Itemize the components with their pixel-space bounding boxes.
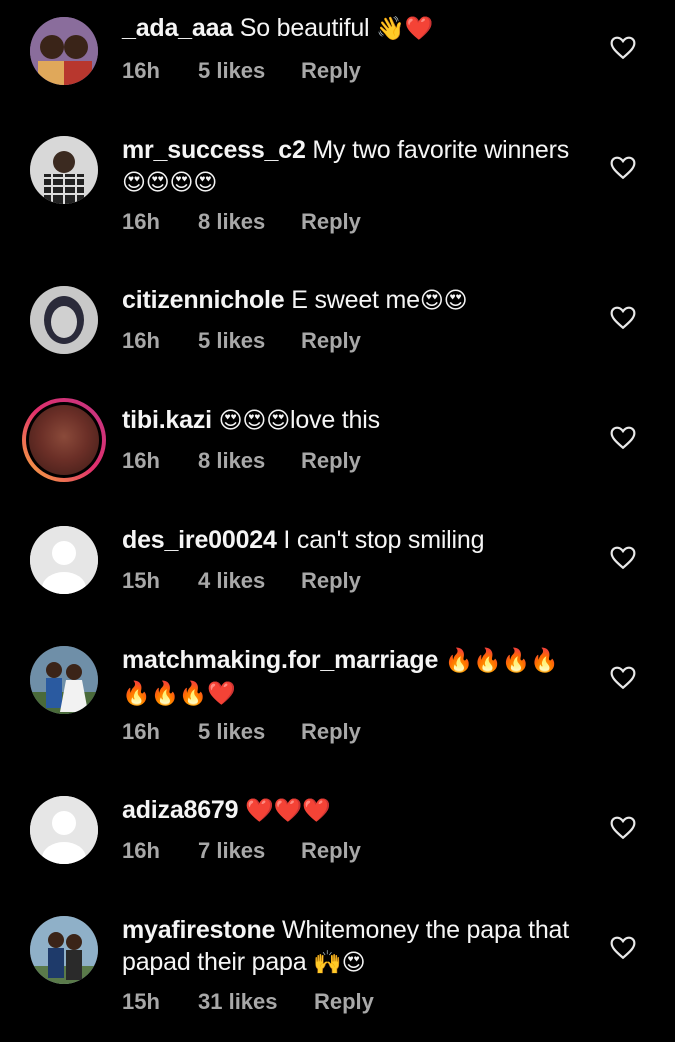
comment-username[interactable]: matchmaking.for_marriage: [122, 646, 438, 674]
reply-button[interactable]: Reply: [301, 448, 361, 474]
comment-emoji: 😍😍: [419, 288, 468, 314]
comment-time: 16h: [122, 58, 160, 83]
heart-outline-icon[interactable]: [610, 666, 636, 690]
comment-time: 16h: [122, 328, 160, 353]
heart-outline-icon[interactable]: [610, 426, 636, 450]
comment-meta: 16h 8 likes Reply: [122, 209, 361, 235]
reply-button[interactable]: Reply: [301, 719, 361, 745]
comment-body: matchmaking.for_marriage 🔥🔥🔥🔥 🔥🔥🔥❤️: [122, 644, 592, 710]
reply-button[interactable]: Reply: [301, 568, 361, 594]
avatar[interactable]: [30, 916, 98, 984]
comment-text: I can't stop smiling: [276, 526, 485, 554]
comment-time: 15h: [122, 568, 160, 593]
comment-username[interactable]: adiza8679: [122, 796, 239, 824]
comment-text: So beautiful: [233, 14, 377, 42]
default-avatar-icon: [30, 796, 98, 864]
comment-meta: 15h 31 likes Reply: [122, 989, 374, 1015]
comment-text: E sweet me: [284, 286, 420, 314]
avatar[interactable]: [30, 796, 98, 864]
avatar-photo-icon: [29, 405, 99, 475]
avatar[interactable]: [30, 17, 98, 85]
heart-outline-icon[interactable]: [610, 546, 636, 570]
comment-body: tibi.kazi 😍😍😍love this: [122, 404, 592, 437]
avatar-photo-icon: [30, 17, 98, 85]
comment-emoji: ❤️❤️❤️: [245, 798, 331, 824]
comment-likes[interactable]: 7 likes: [198, 838, 301, 864]
comment-meta: 16h 5 likes Reply: [122, 719, 361, 745]
comment-meta: 16h 8 likes Reply: [122, 448, 361, 474]
heart-outline-icon[interactable]: [610, 36, 636, 60]
comment-likes[interactable]: 8 likes: [198, 209, 301, 235]
comment-time: 16h: [122, 209, 160, 234]
comment-text: [438, 646, 445, 674]
comment-username[interactable]: _ada_aaa: [122, 14, 233, 42]
comment-time: 16h: [122, 719, 160, 744]
comment-text-continued: love this: [289, 406, 380, 434]
heart-outline-icon[interactable]: [610, 306, 636, 330]
avatar-photo-icon: [30, 136, 98, 204]
comment-likes[interactable]: 4 likes: [198, 568, 301, 594]
heart-outline-icon[interactable]: [610, 936, 636, 960]
default-avatar-icon: [30, 526, 98, 594]
reply-button[interactable]: Reply: [301, 328, 361, 354]
comment-body: citizennichole E sweet me😍😍: [122, 284, 592, 317]
comment-time: 16h: [122, 838, 160, 863]
avatar[interactable]: [30, 526, 98, 594]
heart-outline-icon[interactable]: [610, 816, 636, 840]
avatar-photo-icon: [30, 916, 98, 984]
avatar: [26, 402, 102, 478]
comment-likes[interactable]: 8 likes: [198, 448, 301, 474]
comment-body: _ada_aaa So beautiful 👋❤️: [122, 12, 592, 45]
comment-text: [212, 406, 219, 434]
comment-emoji: 🙌😍: [313, 950, 366, 976]
comment-emoji: 😍😍😍: [218, 408, 291, 434]
avatar[interactable]: [30, 286, 98, 354]
comment-body: myafirestone Whitemoney the papa that pa…: [122, 914, 592, 979]
reply-button[interactable]: Reply: [301, 209, 361, 235]
comment-username[interactable]: citizennichole: [122, 286, 285, 314]
heart-outline-icon[interactable]: [610, 156, 636, 180]
reply-button[interactable]: Reply: [314, 989, 374, 1015]
comment-time: 15h: [122, 989, 160, 1014]
comment-body: mr_success_c2 My two favorite winners 😍😍…: [122, 134, 592, 199]
reply-button[interactable]: Reply: [301, 838, 361, 864]
avatar-story-ring[interactable]: [22, 398, 106, 482]
comment-emoji: 👋❤️: [376, 16, 434, 42]
comment-meta: 16h 5 likes Reply: [122, 58, 361, 84]
comment-body: des_ire00024 I can't stop smiling: [122, 524, 592, 556]
avatar[interactable]: [30, 646, 98, 714]
avatar[interactable]: [30, 136, 98, 204]
comment-likes[interactable]: 5 likes: [198, 719, 301, 745]
reply-button[interactable]: Reply: [301, 58, 361, 84]
comment-username[interactable]: myafirestone: [122, 916, 275, 944]
comment-likes[interactable]: 31 likes: [198, 989, 314, 1015]
comment-time: 16h: [122, 448, 160, 473]
comment-meta: 16h 5 likes Reply: [122, 328, 361, 354]
comment-body: adiza8679 ❤️❤️❤️: [122, 794, 592, 827]
comment-meta: 16h 7 likes Reply: [122, 838, 361, 864]
comment-username[interactable]: mr_success_c2: [122, 136, 306, 164]
comment-emoji: 😍😍😍😍: [122, 170, 218, 196]
comment-username[interactable]: tibi.kazi: [122, 406, 212, 434]
comment-username[interactable]: des_ire00024: [122, 526, 277, 554]
comment-text: My two favorite winners: [305, 136, 570, 164]
avatar-photo-icon: [30, 286, 98, 354]
avatar-photo-icon: [30, 646, 98, 714]
comment-meta: 15h 4 likes Reply: [122, 568, 361, 594]
comment-likes[interactable]: 5 likes: [198, 328, 301, 354]
comment-likes[interactable]: 5 likes: [198, 58, 301, 84]
